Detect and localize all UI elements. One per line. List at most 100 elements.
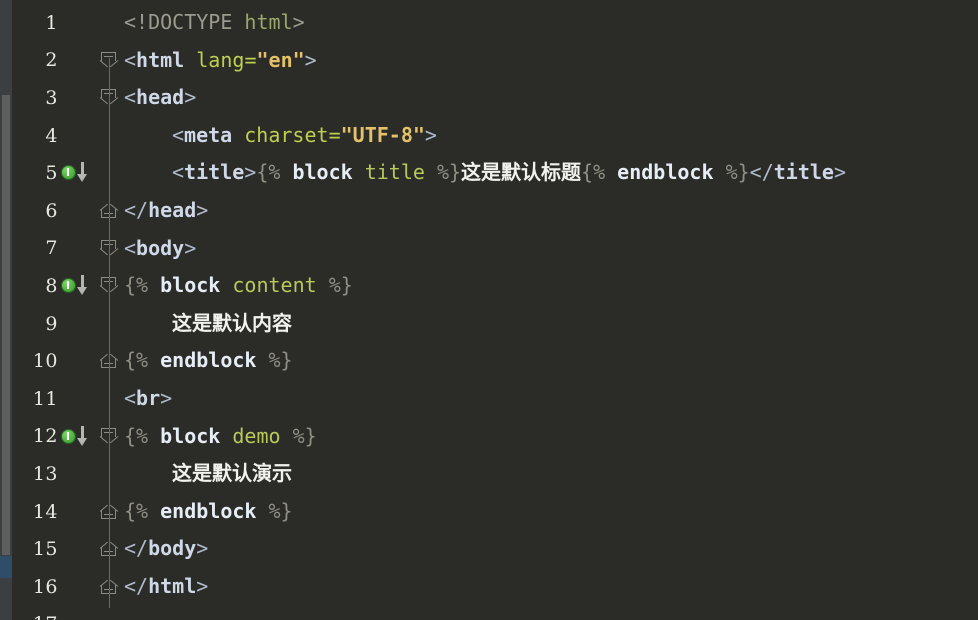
code-line[interactable]: <meta charset="UTF-8"> <box>172 117 437 155</box>
code-token: endblock <box>605 160 726 185</box>
gutter-icon-slot[interactable] <box>58 455 100 493</box>
gutter-line[interactable]: 3 <box>12 79 102 117</box>
code-token: </ <box>749 160 774 185</box>
scrollbar-change-marker[interactable] <box>0 556 12 578</box>
code-token: html <box>244 10 293 34</box>
code-token: > <box>244 160 257 185</box>
gutter-icon-slot[interactable] <box>58 530 100 568</box>
arrow-down-icon[interactable] <box>77 162 89 184</box>
code-line[interactable]: <!DOCTYPE html> <box>124 4 305 42</box>
code-token: > <box>292 10 305 34</box>
line-number: 15 <box>32 538 58 561</box>
gutter-line[interactable]: 17 <box>12 606 102 620</box>
code-token: {% <box>256 160 281 185</box>
line-number: 6 <box>45 199 58 222</box>
code-line[interactable]: {% block demo %} <box>124 418 317 456</box>
gutter-icon-slot[interactable] <box>58 192 100 230</box>
gutter-line[interactable]: 9 <box>12 305 102 343</box>
code-line[interactable]: {% block content %} <box>124 267 353 305</box>
gutter-icon-slot[interactable] <box>58 380 100 418</box>
code-line[interactable]: <head> <box>124 79 196 117</box>
gutter-icon-slot[interactable] <box>58 418 100 456</box>
gutter-icon-slot[interactable] <box>58 342 100 380</box>
line-number: 7 <box>45 237 58 260</box>
gutter-icon-slot[interactable] <box>58 117 100 155</box>
gutter-icon-slot[interactable] <box>58 79 100 117</box>
gutter-line[interactable]: 13 <box>12 455 102 493</box>
gutter-line[interactable]: 6 <box>12 192 102 230</box>
code-token: %} <box>316 273 353 298</box>
code-token: {% <box>124 273 149 298</box>
code-line[interactable]: {% endblock %} <box>124 493 293 531</box>
code-line[interactable]: <body> <box>124 230 196 268</box>
code-line[interactable]: </html> <box>124 568 208 606</box>
gutter-line[interactable]: 8 <box>12 267 102 305</box>
gutter-icon-slot[interactable] <box>58 606 100 620</box>
code-line[interactable]: <br> <box>124 380 172 418</box>
gutter-icon-slot[interactable] <box>58 42 100 80</box>
gutter-icon-slot[interactable] <box>58 493 100 531</box>
code-line[interactable]: <html lang="en"> <box>124 42 317 80</box>
arrow-down-icon[interactable] <box>77 425 89 448</box>
gutter-line[interactable]: 2 <box>12 42 102 80</box>
gutter-icon-slot[interactable] <box>58 230 100 268</box>
code-folding-column[interactable] <box>96 0 124 620</box>
gutter-line[interactable]: 1 <box>12 4 102 42</box>
line-number: 3 <box>45 86 58 109</box>
code-line[interactable]: <title>{% block title %}这是默认标题{% endbloc… <box>172 154 846 192</box>
block-override-info-icon[interactable] <box>61 165 76 181</box>
gutter-line[interactable]: 4 <box>12 117 102 155</box>
editor-gutter[interactable]: 1234567891011121314151617 <box>12 0 102 620</box>
fold-guide-line <box>109 96 110 214</box>
line-number: 14 <box>32 500 58 523</box>
gutter-line[interactable]: 14 <box>12 493 102 531</box>
code-token: title <box>773 160 834 185</box>
gutter-line[interactable]: 5 <box>12 154 102 192</box>
code-token: < <box>124 85 137 110</box>
code-token: > <box>304 47 317 72</box>
arrow-down-icon[interactable] <box>77 275 89 297</box>
code-token: > <box>184 235 197 260</box>
code-line[interactable]: 这是默认演示 <box>172 455 292 493</box>
code-token: {% <box>581 160 606 185</box>
code-token: 这是默认演示 <box>172 461 292 486</box>
code-editor[interactable]: 1234567891011121314151617 <!DOCTYPE html… <box>0 0 978 620</box>
block-override-info-icon[interactable] <box>61 278 76 294</box>
block-override-info-icon[interactable] <box>61 428 76 444</box>
code-text-area[interactable]: <!DOCTYPE html> <html lang="en"> <head> <me… <box>124 0 978 620</box>
code-token: meta <box>184 122 233 147</box>
code-line[interactable]: </body> <box>124 530 208 568</box>
gutter-icon-slot[interactable] <box>58 568 100 606</box>
code-token: block <box>148 273 233 298</box>
code-token: > <box>196 198 209 222</box>
code-token: < <box>172 122 185 147</box>
vertical-scrollbar-thumb[interactable] <box>2 95 10 555</box>
code-token: < <box>124 47 137 72</box>
line-number: 12 <box>32 425 58 448</box>
code-token: > <box>196 536 209 561</box>
code-token: < <box>172 160 185 185</box>
gutter-line[interactable]: 12 <box>12 418 102 456</box>
code-token: %} <box>268 498 293 523</box>
line-number: 17 <box>12 613 58 620</box>
gutter-line[interactable]: 16 <box>12 568 102 606</box>
vertical-scrollbar-track[interactable] <box>0 0 12 620</box>
gutter-line[interactable]: 7 <box>12 230 102 268</box>
code-line[interactable]: 这是默认内容 <box>172 305 292 343</box>
gutter-line[interactable]: 11 <box>12 380 102 418</box>
gutter-icon-slot[interactable] <box>58 4 100 42</box>
code-token: </ <box>124 536 149 561</box>
code-line[interactable]: {% endblock %} <box>124 342 293 380</box>
line-number: 5 <box>45 162 58 185</box>
code-token: content <box>232 273 317 298</box>
line-number: 11 <box>32 387 58 410</box>
gutter-icon-slot[interactable] <box>58 305 100 343</box>
gutter-line[interactable]: 15 <box>12 530 102 568</box>
gutter-line[interactable]: 10 <box>12 342 102 380</box>
gutter-icon-slot[interactable] <box>58 267 100 305</box>
code-token: "en" <box>256 47 305 72</box>
code-token: head <box>148 198 197 222</box>
gutter-icon-slot[interactable] <box>58 154 100 192</box>
code-line[interactable]: </head> <box>124 192 208 230</box>
